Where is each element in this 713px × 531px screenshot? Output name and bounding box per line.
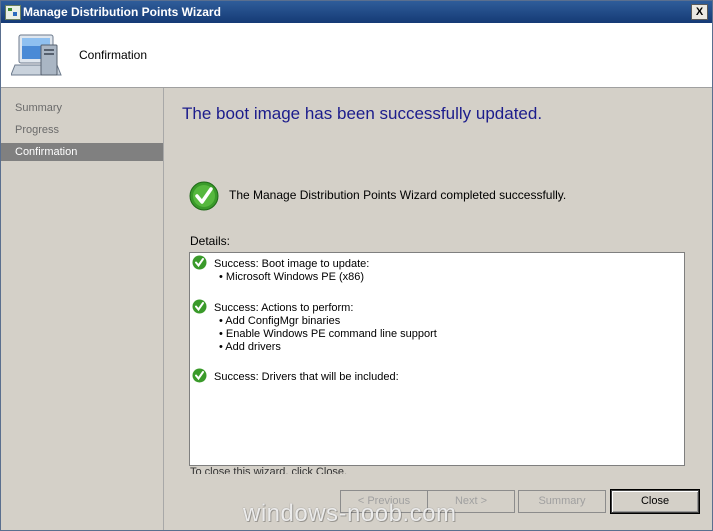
detail-list-item: • Add drivers (219, 341, 281, 353)
close-window-button[interactable]: X (691, 4, 708, 20)
wizard-content: The boot image has been successfully upd… (164, 88, 712, 530)
sidebar-item-summary[interactable]: Summary (1, 99, 163, 117)
wizard-header: Confirmation (1, 23, 712, 88)
success-check-icon (192, 255, 207, 270)
detail-list-item: • Add ConfigMgr binaries (219, 315, 341, 327)
detail-list-item: • Microsoft Windows PE (x86) (219, 271, 365, 283)
sidebar-item-progress[interactable]: Progress (1, 121, 163, 139)
success-check-icon (192, 368, 207, 383)
computer-icon (11, 34, 62, 76)
success-message: The Manage Distribution Points Wizard co… (229, 188, 567, 202)
wizard-app-icon (5, 5, 21, 20)
success-check-icon (192, 299, 207, 314)
detail-title: Success: Actions to perform: (214, 302, 354, 314)
title-bar[interactable]: Manage Distribution Points Wizard X (1, 1, 712, 23)
detail-title: Success: Boot image to update: (214, 258, 370, 270)
details-label: Details: (190, 234, 231, 248)
window-title: Manage Distribution Points Wizard (23, 5, 221, 19)
close-button[interactable]: Close (610, 489, 700, 514)
details-box[interactable]: Success: Boot image to update: • Microso… (189, 252, 685, 466)
watermark: windows-noob.com (243, 500, 457, 527)
page-heading: The boot image has been successfully upd… (182, 104, 543, 123)
summary-button[interactable]: Summary (518, 490, 606, 513)
detail-list-item: • Enable Windows PE command line support (219, 328, 437, 340)
wizard-sidebar: Summary Progress Confirmation (1, 88, 164, 530)
header-title: Confirmation (79, 48, 148, 62)
success-check-icon (189, 181, 219, 211)
detail-title: Success: Drivers that will be included: (214, 371, 399, 383)
close-instruction-text: To close this wizard, click Close. (190, 466, 348, 474)
wizard-window: Manage Distribution Points Wizard X Conf… (0, 0, 713, 531)
detail-list: • Add ConfigMgr binaries • Enable Window… (219, 315, 437, 354)
detail-list: • Microsoft Windows PE (x86) (219, 271, 364, 284)
sidebar-item-confirmation[interactable]: Confirmation (1, 143, 163, 161)
